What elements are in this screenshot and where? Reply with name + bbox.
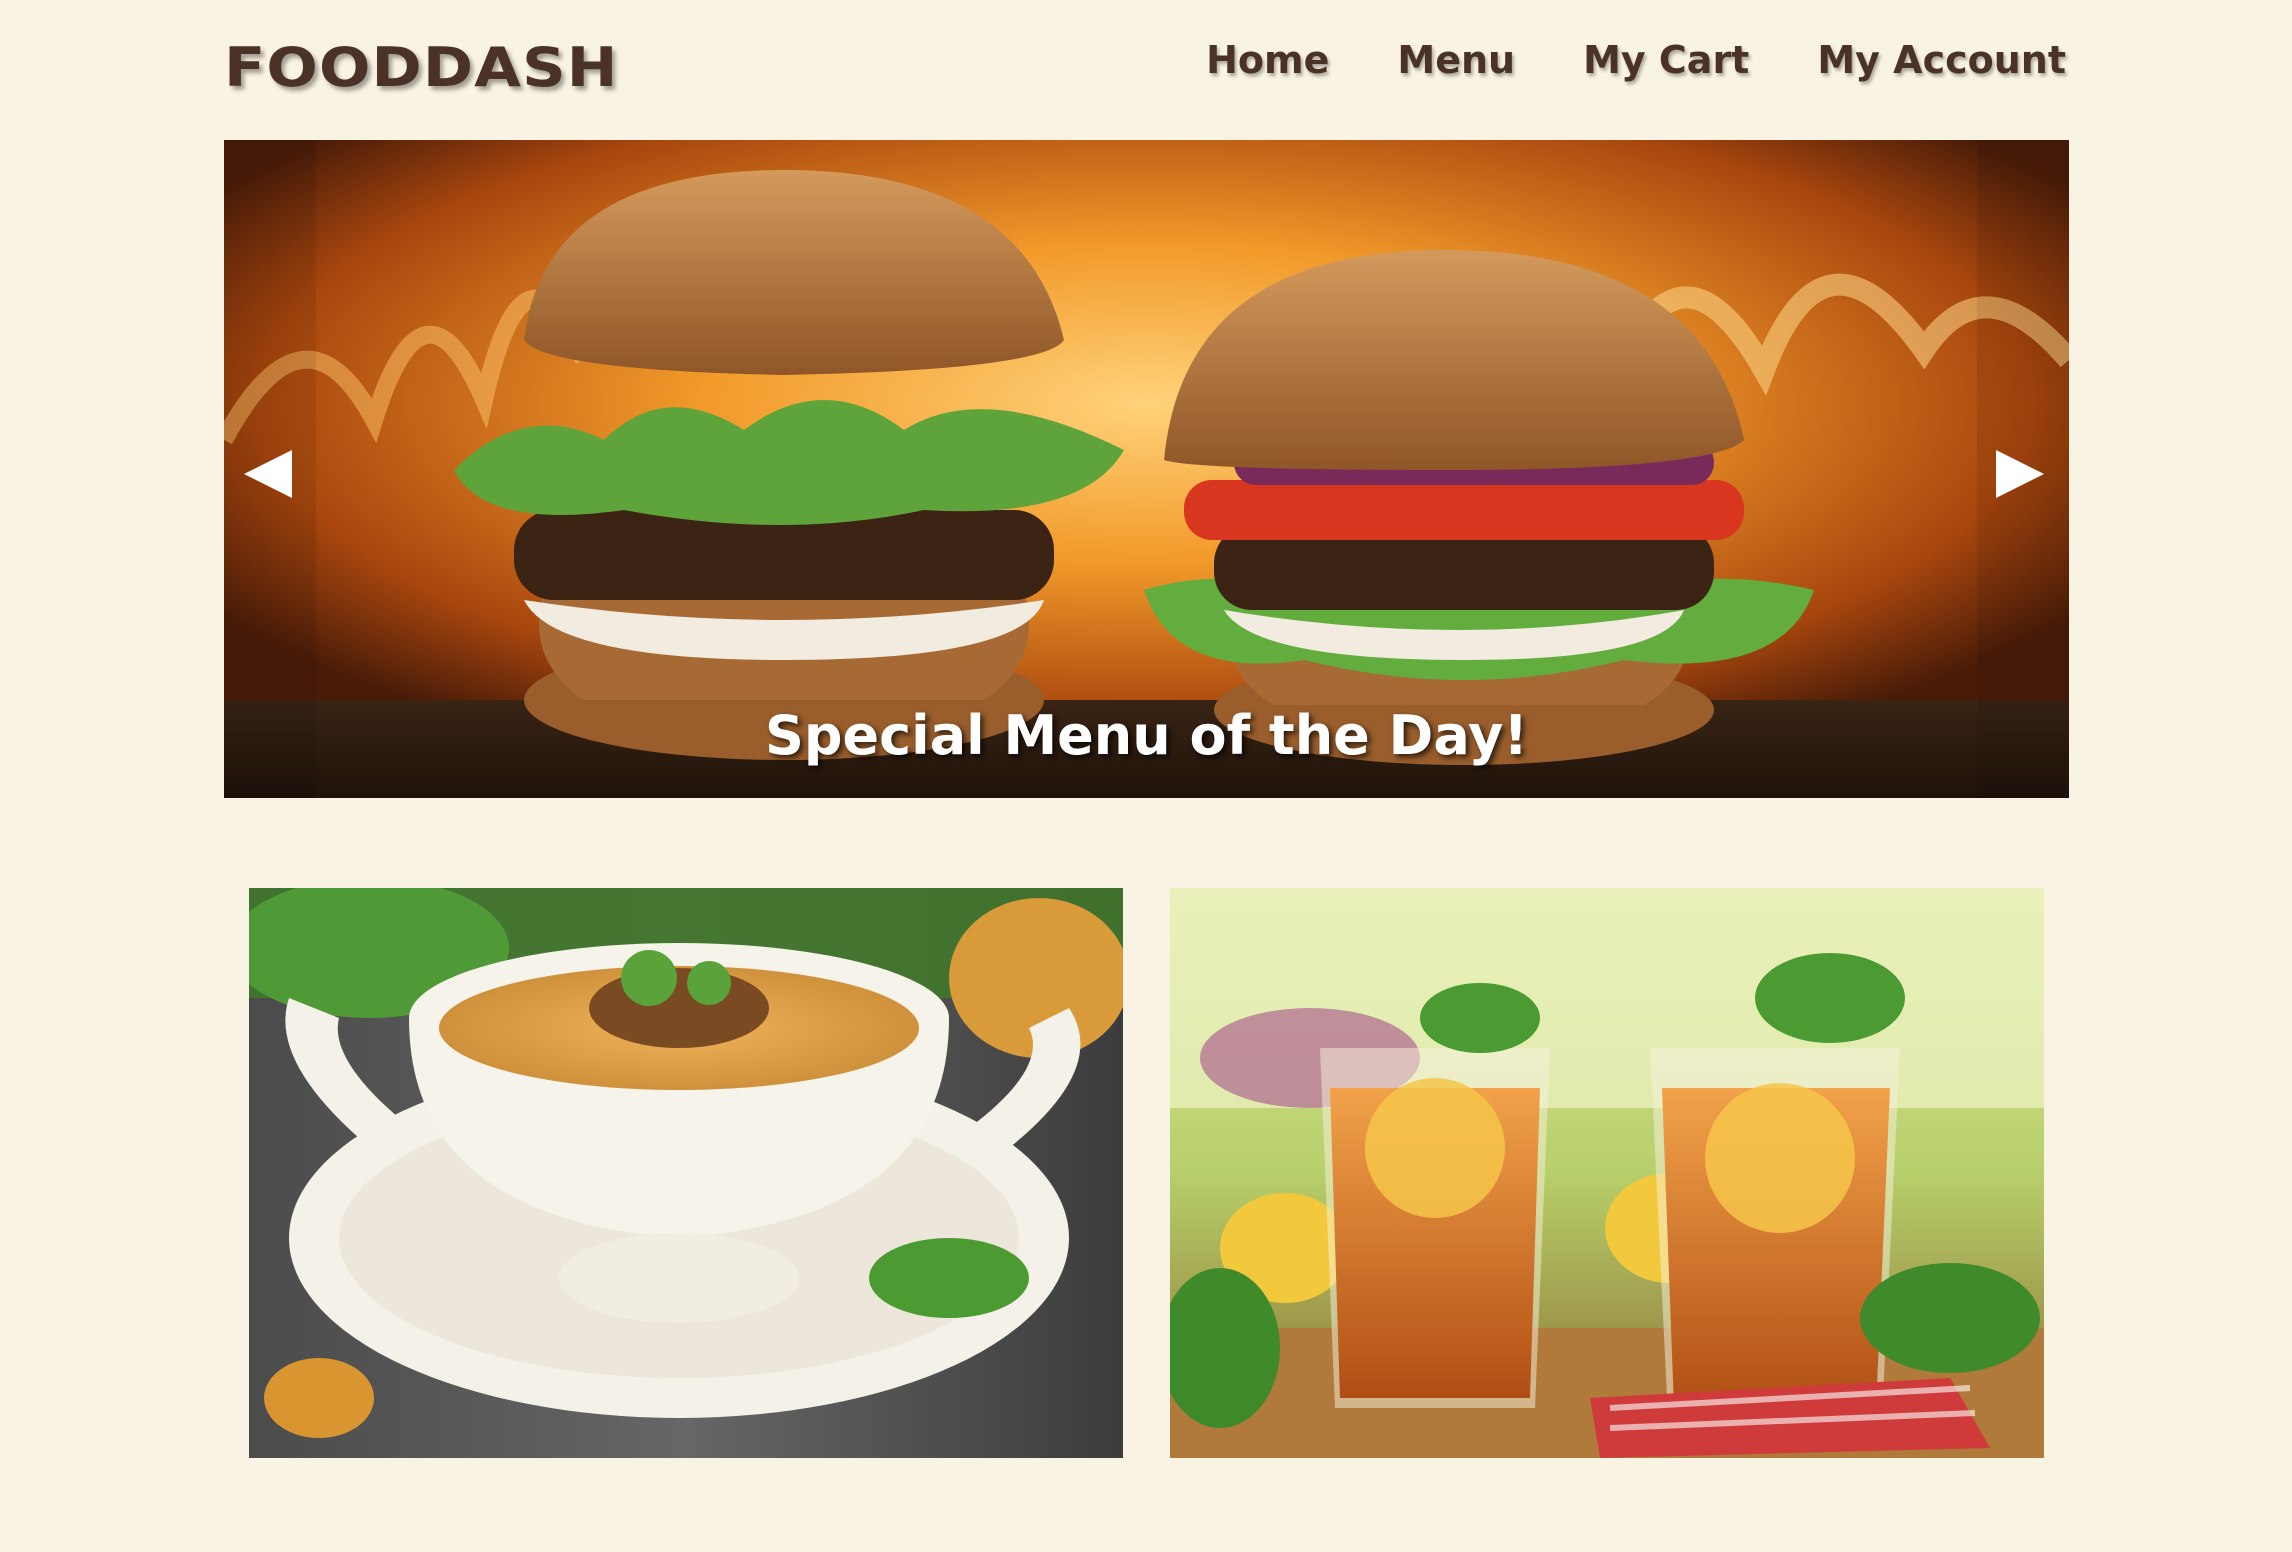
iced-tea-image (1170, 888, 2044, 1458)
hero-caption: Special Menu of the Day! (765, 704, 1528, 767)
carousel-prev-arrow-icon[interactable] (240, 446, 296, 502)
nav-link-my-cart[interactable]: My Cart (1583, 38, 1749, 82)
food-card-soup[interactable] (249, 888, 1123, 1458)
nav-link-home[interactable]: Home (1206, 38, 1329, 82)
nav-link-menu[interactable]: Menu (1397, 38, 1515, 82)
nav-item-my-cart: My Cart (1583, 38, 1749, 82)
nav-item-menu: Menu (1397, 38, 1515, 82)
nav-link-my-account[interactable]: My Account (1817, 38, 2066, 82)
hero-burger-image (224, 140, 2069, 798)
carousel-next-arrow-icon[interactable] (1992, 446, 2048, 502)
main-nav: Home Menu My Cart My Account (1206, 38, 2066, 82)
nav-item-my-account: My Account (1817, 38, 2066, 82)
food-card-iced-tea[interactable] (1170, 888, 2044, 1458)
hero-carousel (224, 140, 2069, 798)
brand-logo[interactable]: FOODDASH (224, 36, 619, 99)
soup-image (249, 888, 1123, 1458)
nav-item-home: Home (1206, 38, 1329, 82)
